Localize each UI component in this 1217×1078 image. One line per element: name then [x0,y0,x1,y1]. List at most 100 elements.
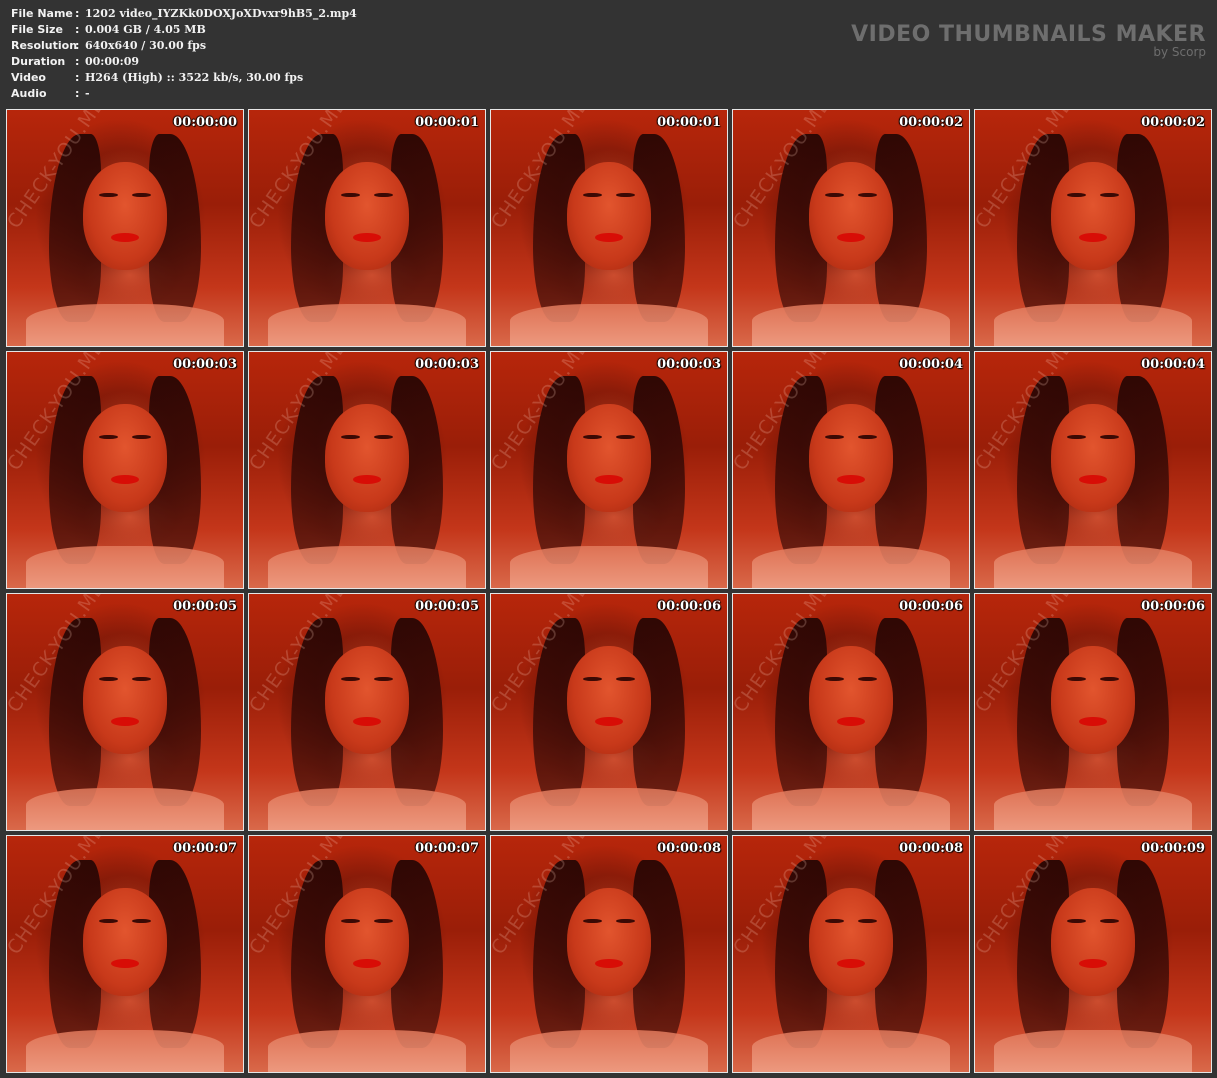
info-value: 00:00:09 [85,55,140,68]
frame-image-shoulders [267,787,467,830]
frame-image-face [566,403,652,513]
frame-timestamp: 00:00:08 [657,841,721,856]
thumbnail-frame[interactable]: CHECK-YOU.ME 00:00:04 [974,351,1212,589]
info-label: Audio [11,87,47,100]
frame-image-shoulders [267,545,467,588]
info-colon: : [75,87,80,100]
thumbnail-frame[interactable]: CHECK-YOU.ME 00:00:07 [6,835,244,1073]
frame-image-face [808,403,894,513]
info-label: Video [11,71,46,84]
info-row-duration: Duration : 00:00:09 [11,54,357,70]
info-colon: : [75,23,80,36]
frame-image-face [566,887,652,997]
frame-timestamp: 00:00:04 [899,357,963,372]
frame-image-face [324,645,410,755]
info-row-audio: Audio : - [11,86,357,102]
frame-timestamp: 00:00:02 [1141,115,1205,130]
frame-timestamp: 00:00:05 [173,599,237,614]
info-label: File Name [11,7,73,20]
frame-image-face [808,161,894,271]
thumbnail-grid: CHECK-YOU.ME 00:00:00 CHECK-YOU.ME 00:00:01… [6,109,1212,1073]
frame-image-shoulders [267,1029,467,1072]
frame-image-shoulders [509,545,709,588]
frame-image-shoulders [25,787,225,830]
frame-image-shoulders [509,1029,709,1072]
frame-image-face [808,645,894,755]
info-value: - [85,87,90,100]
frame-image-face [82,887,168,997]
thumbnail-frame[interactable]: CHECK-YOU.ME 00:00:01 [490,109,728,347]
info-colon: : [75,39,80,52]
frame-image-shoulders [993,1029,1193,1072]
info-label: Resolution [11,39,78,52]
thumbnail-frame[interactable]: CHECK-YOU.ME 00:00:06 [974,593,1212,831]
info-row-resolution: Resolution : 640x640 / 30.00 fps [11,38,357,54]
frame-image-face [82,161,168,271]
frame-image-face [324,403,410,513]
frame-timestamp: 00:00:00 [173,115,237,130]
thumbnail-frame[interactable]: CHECK-YOU.ME 00:00:09 [974,835,1212,1073]
thumbnail-frame[interactable]: CHECK-YOU.ME 00:00:05 [6,593,244,831]
frame-image-shoulders [25,303,225,346]
frame-image-face [1050,887,1136,997]
frame-image-shoulders [509,303,709,346]
frame-timestamp: 00:00:01 [415,115,479,130]
frame-timestamp: 00:00:06 [1141,599,1205,614]
frame-image-face [324,887,410,997]
frame-image-shoulders [751,545,951,588]
frame-timestamp: 00:00:04 [1141,357,1205,372]
frame-timestamp: 00:00:08 [899,841,963,856]
info-label: Duration [11,55,66,68]
frame-image-shoulders [25,545,225,588]
frame-image-shoulders [267,303,467,346]
frame-image-face [1050,403,1136,513]
frame-image-face [566,161,652,271]
frame-image-face [566,645,652,755]
frame-timestamp: 00:00:07 [415,841,479,856]
info-colon: : [75,71,80,84]
frame-image-face [1050,645,1136,755]
thumbnail-frame[interactable]: CHECK-YOU.ME 00:00:02 [974,109,1212,347]
info-row-file-size: File Size : 0.004 GB / 4.05 MB [11,22,357,38]
thumbnail-frame[interactable]: CHECK-YOU.ME 00:00:06 [732,593,970,831]
thumbnail-frame[interactable]: CHECK-YOU.ME 00:00:03 [6,351,244,589]
info-colon: : [75,7,80,20]
frame-image-face [1050,161,1136,271]
thumbnail-frame[interactable]: CHECK-YOU.ME 00:00:02 [732,109,970,347]
info-colon: : [75,55,80,68]
thumbnail-frame[interactable]: CHECK-YOU.ME 00:00:05 [248,593,486,831]
frame-timestamp: 00:00:09 [1141,841,1205,856]
thumbnail-frame[interactable]: CHECK-YOU.ME 00:00:04 [732,351,970,589]
thumbnail-frame[interactable]: CHECK-YOU.ME 00:00:07 [248,835,486,1073]
thumbnail-frame[interactable]: CHECK-YOU.ME 00:00:01 [248,109,486,347]
frame-image-face [808,887,894,997]
thumbnail-frame[interactable]: CHECK-YOU.ME 00:00:08 [490,835,728,1073]
frame-timestamp: 00:00:07 [173,841,237,856]
frame-image-shoulders [25,1029,225,1072]
frame-timestamp: 00:00:01 [657,115,721,130]
thumbnail-frame[interactable]: CHECK-YOU.ME 00:00:00 [6,109,244,347]
info-value: 0.004 GB / 4.05 MB [85,23,206,36]
frame-timestamp: 00:00:06 [899,599,963,614]
info-value: 640x640 / 30.00 fps [85,39,207,52]
header: File Name : 1202 video_IYZKk0DOXJoXDvxr9… [0,0,1217,108]
frame-timestamp: 00:00:03 [657,357,721,372]
info-label: File Size [11,23,63,36]
file-info-panel: File Name : 1202 video_IYZKk0DOXJoXDvxr9… [11,6,357,102]
info-row-file-name: File Name : 1202 video_IYZKk0DOXJoXDvxr9… [11,6,357,22]
thumbnail-frame[interactable]: CHECK-YOU.ME 00:00:03 [248,351,486,589]
info-row-video: Video : H264 (High) :: 3522 kb/s, 30.00 … [11,70,357,86]
frame-timestamp: 00:00:03 [173,357,237,372]
frame-timestamp: 00:00:03 [415,357,479,372]
frame-image-face [82,645,168,755]
info-value: 1202 video_IYZKk0DOXJoXDvxr9hB5_2.mp4 [85,7,357,20]
brand-logo: VIDEO THUMBNAILS MAKER by Scorp [851,22,1206,58]
frame-image-shoulders [509,787,709,830]
info-value: H264 (High) :: 3522 kb/s, 30.00 fps [85,71,304,84]
thumbnail-frame[interactable]: CHECK-YOU.ME 00:00:06 [490,593,728,831]
thumbnail-frame[interactable]: CHECK-YOU.ME 00:00:03 [490,351,728,589]
frame-image-shoulders [751,1029,951,1072]
frame-image-face [324,161,410,271]
thumbnail-frame[interactable]: CHECK-YOU.ME 00:00:08 [732,835,970,1073]
frame-timestamp: 00:00:06 [657,599,721,614]
